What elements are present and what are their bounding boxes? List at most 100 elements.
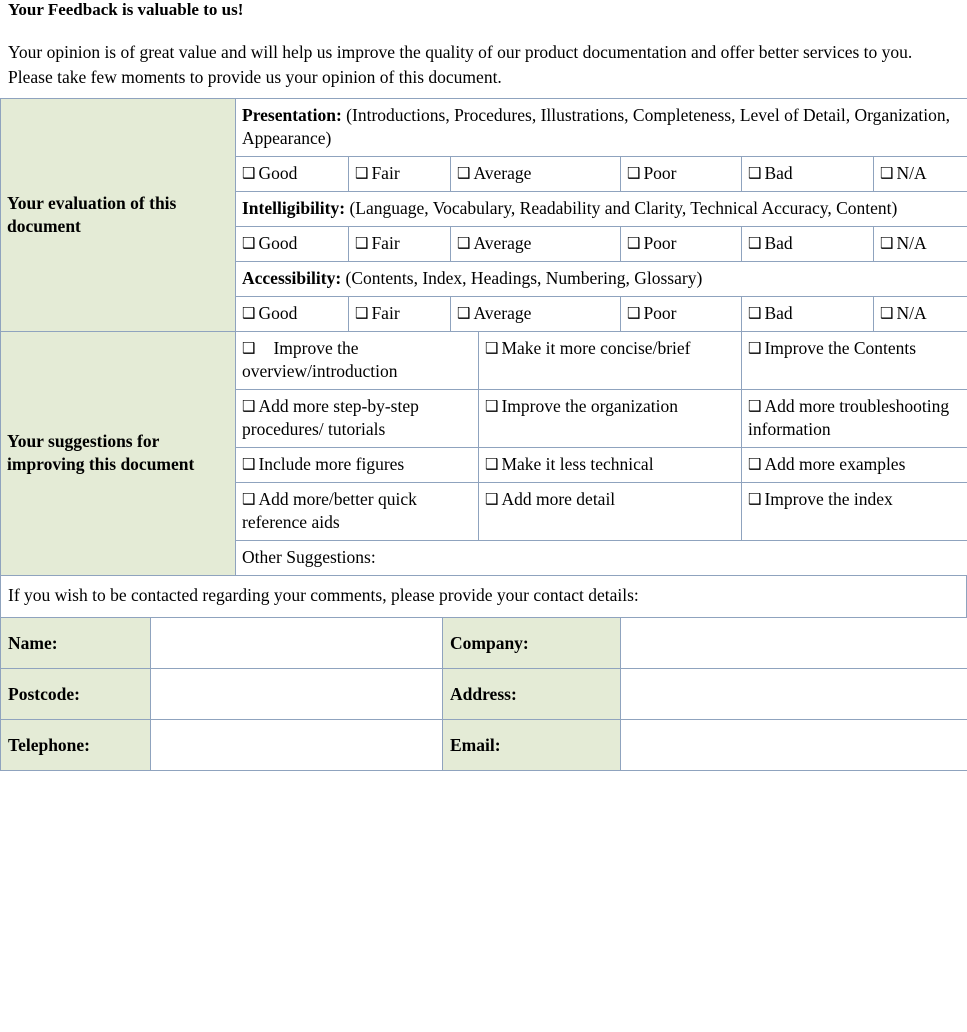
suggestion-option-include-figures[interactable]: ❑ Include more figures [235,447,479,483]
suggestions-label-cell: Your suggestions for improving this docu… [0,331,236,576]
rating-option-presentation-fair[interactable]: ❑ Fair [348,156,451,192]
table-row: Your suggestions for improving this docu… [0,331,967,576]
checkbox-icon[interactable]: ❑ [242,341,255,356]
address-field[interactable] [620,668,967,720]
criterion-detail: (Introductions, Procedures, Illustration… [242,105,950,148]
checkbox-icon[interactable]: ❑ [485,341,498,356]
intro-paragraph: Your opinion is of great value and will … [8,42,913,87]
rating-option-accessibility-good[interactable]: ❑ Good [235,296,349,332]
evaluation-table: Your evaluation of this document Present… [0,98,967,332]
checkbox-icon[interactable]: ❑ [355,236,368,251]
suggestion-label: Make it less technical [501,454,654,474]
other-suggestions-cell[interactable]: Other Suggestions: [235,540,967,576]
checkbox-icon[interactable]: ❑ [457,306,470,321]
rating-option-presentation-na[interactable]: ❑ N/A [872,156,967,192]
criterion-intelligibility-header: Intelligibility: (Language, Vocabulary, … [234,191,967,227]
checkbox-icon[interactable]: ❑ [242,457,255,472]
checkbox-icon[interactable]: ❑ [627,166,640,181]
rating-label: Fair [371,163,400,183]
table-row: Postcode: Address: [0,668,967,720]
checkbox-icon[interactable]: ❑ [748,166,761,181]
suggestion-option-improve-organization[interactable]: ❑ Improve the organization [478,389,742,448]
checkbox-icon[interactable]: ❑ [242,399,255,414]
table-row: Name: Company: [0,617,967,669]
suggestion-option-improve-overview[interactable]: ❑ Improve the overview/introduction [235,331,479,390]
telephone-label-cell: Telephone: [0,719,151,771]
checkbox-icon[interactable]: ❑ [485,399,498,414]
checkbox-icon[interactable]: ❑ [627,306,640,321]
suggestion-option-improve-index[interactable]: ❑ Improve the index [741,482,967,541]
checkbox-icon[interactable]: ❑ [880,236,893,251]
rating-label: Poor [643,163,677,183]
rating-label: Bad [764,163,793,183]
suggestion-option-make-concise[interactable]: ❑ Make it more concise/brief [478,331,742,390]
rating-option-intelligibility-bad[interactable]: ❑ Bad [741,226,874,262]
evaluation-label: Your evaluation of this document [7,192,177,236]
feedback-form-page: Your Feedback is valuable to us! Your op… [0,0,967,771]
rating-option-intelligibility-fair[interactable]: ❑ Fair [348,226,451,262]
rating-option-intelligibility-poor[interactable]: ❑ Poor [620,226,742,262]
suggestion-option-more-detail[interactable]: ❑ Add more detail [478,482,742,541]
checkbox-icon[interactable]: ❑ [242,306,255,321]
rating-option-presentation-bad[interactable]: ❑ Bad [741,156,874,192]
rating-option-presentation-average[interactable]: ❑ Average [450,156,621,192]
rating-label: Average [473,163,532,183]
rating-option-intelligibility-good[interactable]: ❑ Good [235,226,349,262]
rating-option-accessibility-na[interactable]: ❑ N/A [872,296,967,332]
checkbox-icon[interactable]: ❑ [627,236,640,251]
suggestion-label: Add more detail [501,489,616,509]
contact-note-cell: If you wish to be contacted regarding yo… [0,575,967,618]
checkbox-icon[interactable]: ❑ [242,166,255,181]
rating-label: Average [473,303,532,323]
rating-option-accessibility-bad[interactable]: ❑ Bad [741,296,874,332]
suggestion-option-improve-contents[interactable]: ❑ Improve the Contents [741,331,967,390]
suggestion-label: Improve the index [764,489,893,509]
checkbox-icon[interactable]: ❑ [748,236,761,251]
criterion-name: Presentation: [242,105,342,125]
criterion-name: Intelligibility: [242,198,346,218]
suggestions-label: Your suggestions for improving this docu… [7,431,195,474]
checkbox-icon[interactable]: ❑ [748,457,761,472]
evaluation-label-cell: Your evaluation of this document [0,98,236,332]
rating-option-intelligibility-average[interactable]: ❑ Average [450,226,621,262]
checkbox-icon[interactable]: ❑ [242,492,255,507]
rating-option-presentation-poor[interactable]: ❑ Poor [620,156,742,192]
other-suggestions-label: Other Suggestions: [242,547,376,567]
rating-label: Bad [764,303,793,323]
suggestion-option-more-examples[interactable]: ❑ Add more examples [741,447,967,483]
rating-option-accessibility-fair[interactable]: ❑ Fair [348,296,451,332]
criterion-accessibility-header: Accessibility: (Contents, Index, Heading… [234,261,967,297]
checkbox-icon[interactable]: ❑ [457,166,470,181]
checkbox-icon[interactable]: ❑ [748,306,761,321]
checkbox-icon[interactable]: ❑ [748,399,761,414]
suggestions-table: Your suggestions for improving this docu… [0,331,967,576]
checkbox-icon[interactable]: ❑ [880,306,893,321]
checkbox-icon[interactable]: ❑ [485,492,498,507]
rating-option-presentation-good[interactable]: ❑ Good [235,156,349,192]
checkbox-icon[interactable]: ❑ [485,457,498,472]
name-field[interactable] [150,617,443,669]
company-label: Company: [450,632,529,653]
criterion-presentation-header: Presentation: (Introductions, Procedures… [234,98,967,157]
suggestion-option-step-by-step[interactable]: ❑ Add more step-by-step procedures/ tutor… [235,389,479,448]
checkbox-icon[interactable]: ❑ [355,166,368,181]
rating-option-accessibility-average[interactable]: ❑ Average [450,296,621,332]
email-field[interactable] [620,719,967,771]
rating-option-intelligibility-na[interactable]: ❑ N/A [872,226,967,262]
rating-option-accessibility-poor[interactable]: ❑ Poor [620,296,742,332]
suggestion-option-troubleshooting[interactable]: ❑ Add more troubleshooting information [741,389,967,448]
postcode-field[interactable] [150,668,443,720]
rating-label: Fair [371,303,400,323]
checkbox-icon[interactable]: ❑ [355,306,368,321]
checkbox-icon[interactable]: ❑ [748,341,761,356]
checkbox-icon[interactable]: ❑ [457,236,470,251]
suggestion-label: Improve the overview/introduction [242,338,398,381]
suggestion-option-quick-reference[interactable]: ❑ Add more/better quick reference aids [235,482,479,541]
telephone-field[interactable] [150,719,443,771]
company-field[interactable] [620,617,967,669]
checkbox-icon[interactable]: ❑ [748,492,761,507]
checkbox-icon[interactable]: ❑ [880,166,893,181]
checkbox-icon[interactable]: ❑ [242,236,255,251]
suggestion-option-less-technical[interactable]: ❑ Make it less technical [478,447,742,483]
